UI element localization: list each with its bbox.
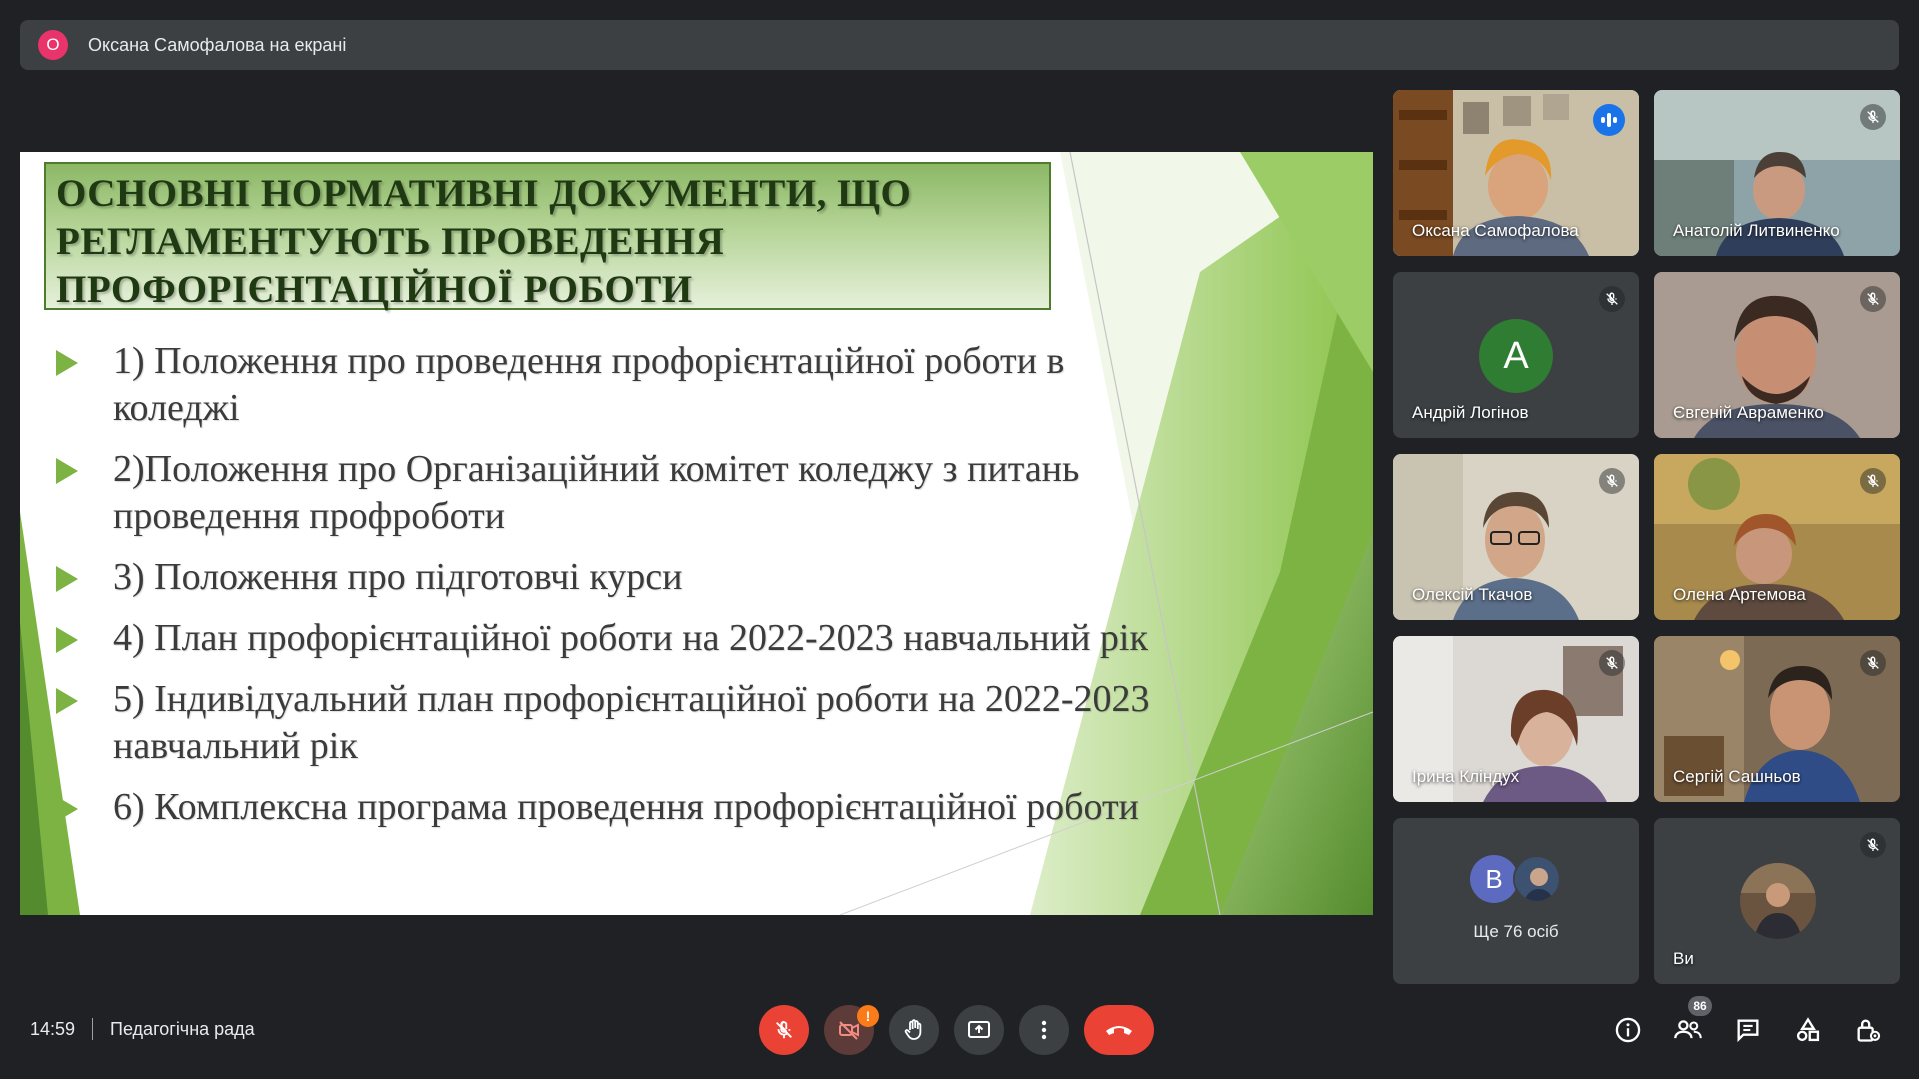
slide-bullet: 2)Положення про Організаційний комітет к… [56,446,1256,540]
mic-off-icon [1860,650,1886,676]
chat-button[interactable] [1732,1014,1764,1046]
mic-off-icon [776,1020,792,1039]
presenter-avatar: О [38,30,68,60]
activities-icon [1796,1017,1820,1042]
participant-tile[interactable]: Оксана Самофалова [1393,90,1639,256]
participant-name: Оксана Самофалова [1412,221,1579,240]
participant-count-badge: 86 [1688,996,1712,1016]
others-count-label: Ще 76 осіб [1473,922,1559,941]
slide-bullet-text: 3) Положення про підготовчі курси [113,556,683,598]
slide-title-line: ПРОФОРІЄНТАЦІЙНОЇ РОБОТИ [56,268,693,311]
raise-hand-button[interactable] [889,1005,939,1055]
others-avatars: В [1470,855,1570,905]
self-avatar [1740,863,1816,939]
mic-off-icon [1860,832,1886,858]
participant-avatar: А [1479,319,1553,393]
slide-title-line: РЕГЛАМЕНТУЮТЬ ПРОВЕДЕННЯ [56,220,725,263]
camera-off-icon [839,1021,859,1040]
slide-bullet-text: 1) Положення про проведення профорієнтац… [113,340,1065,429]
bullet-arrow-icon [56,458,78,484]
participant-avatar: В [1470,855,1518,903]
bullet-arrow-icon [56,796,78,822]
participant-tile[interactable]: А Андрій Логінов [1393,272,1639,438]
presenting-label: Оксана Самофалова на екрані [88,34,347,55]
slide-title-line: ОСНОВНІ НОРМАТИВНІ ДОКУМЕНТИ, ЩО [56,172,912,215]
participant-name: Ірина Кліндух [1412,767,1520,786]
bullet-arrow-icon [56,350,78,376]
slide-bullet-text: 5) Індивідуальний план профорієнтаційної… [113,678,1150,767]
bullet-arrow-icon [56,688,78,714]
end-call-button[interactable] [1084,1005,1154,1055]
present-screen-icon [968,1021,990,1038]
bullet-arrow-icon [56,627,78,653]
slide-bullet-text: 2)Положення про Організаційний комітет к… [113,448,1080,537]
chat-icon [1737,1019,1759,1043]
slide-bullet: 4) План профорієнтаційної роботи на 2022… [56,615,1256,662]
participant-name: Сергій Сашньов [1673,767,1801,786]
slide-bullet-list: 1) Положення про проведення профорієнтац… [56,338,1256,845]
divider [92,1018,93,1040]
raise-hand-icon [904,1019,922,1040]
participant-tile[interactable]: Євгеній Авраменко [1654,272,1900,438]
slide-bullet-text: 4) План профорієнтаційної роботи на 2022… [113,617,1148,659]
participant-tile[interactable]: Ірина Кліндух [1393,636,1639,802]
info-icon [1615,1017,1641,1043]
participant-name: Олена Артемова [1673,585,1806,604]
slide-bullet: 5) Індивідуальний план профорієнтаційної… [56,676,1256,770]
participant-name: Андрій Логінов [1412,403,1529,422]
bullet-arrow-icon [56,566,78,592]
participant-name: Євгеній Авраменко [1673,403,1824,422]
participant-name: Ви [1673,949,1694,968]
participant-tile[interactable]: Олексій Ткачов [1393,454,1639,620]
host-controls-button[interactable] [1852,1014,1884,1046]
people-icon [1674,1020,1702,1039]
mic-off-icon [1599,650,1625,676]
meet-window: О Оксана Самофалова на екрані ОСНОВНІ НО… [0,0,1919,1079]
camera-warning-badge: ! [857,1005,879,1027]
slide-bullet-text: 6) Комплексна програма проведення профор… [113,786,1139,828]
slide-bullet: 6) Комплексна програма проведення профор… [56,784,1256,831]
mic-toggle-button[interactable] [759,1005,809,1055]
audio-level-icon [1593,104,1625,136]
others-tile[interactable]: В Ще 76 осіб [1393,818,1639,984]
meeting-details-button[interactable] [1612,1014,1644,1046]
participant-tile[interactable]: Сергій Сашньов [1654,636,1900,802]
meeting-time: 14:59 [30,1019,76,1039]
present-screen-button[interactable] [954,1005,1004,1055]
slide-bullet: 1) Положення про проведення профорієнтац… [56,338,1256,432]
participant-name: Анатолій Литвиненко [1673,221,1840,240]
self-tile[interactable]: Ви [1654,818,1900,984]
end-call-icon [1106,1026,1132,1035]
slide-title: ОСНОВНІ НОРМАТИВНІ ДОКУМЕНТИ, ЩО РЕГЛАМЕ… [44,162,1051,311]
host-controls-icon [1857,1019,1881,1042]
participant-avatar [1513,855,1561,903]
mic-off-icon [1860,104,1886,130]
more-options-button[interactable] [1019,1005,1069,1055]
shared-screen-slide: ОСНОВНІ НОРМАТИВНІ ДОКУМЕНТИ, ЩО РЕГЛАМЕ… [20,152,1373,915]
people-button[interactable] [1672,1014,1704,1046]
mic-off-icon [1860,286,1886,312]
participant-tile[interactable]: Анатолій Литвиненко [1654,90,1900,256]
participant-name: Олексій Ткачов [1412,585,1533,604]
presenting-banner: О Оксана Самофалова на екрані [20,20,1899,70]
activities-button[interactable] [1792,1014,1824,1046]
mic-off-icon [1599,468,1625,494]
mic-off-icon [1599,286,1625,312]
meeting-title: Педагогічна рада [110,1019,255,1039]
mic-off-icon [1860,468,1886,494]
participant-tile[interactable]: Олена Артемова [1654,454,1900,620]
more-options-icon [1041,1020,1047,1040]
slide-bullet: 3) Положення про підготовчі курси [56,554,1256,601]
